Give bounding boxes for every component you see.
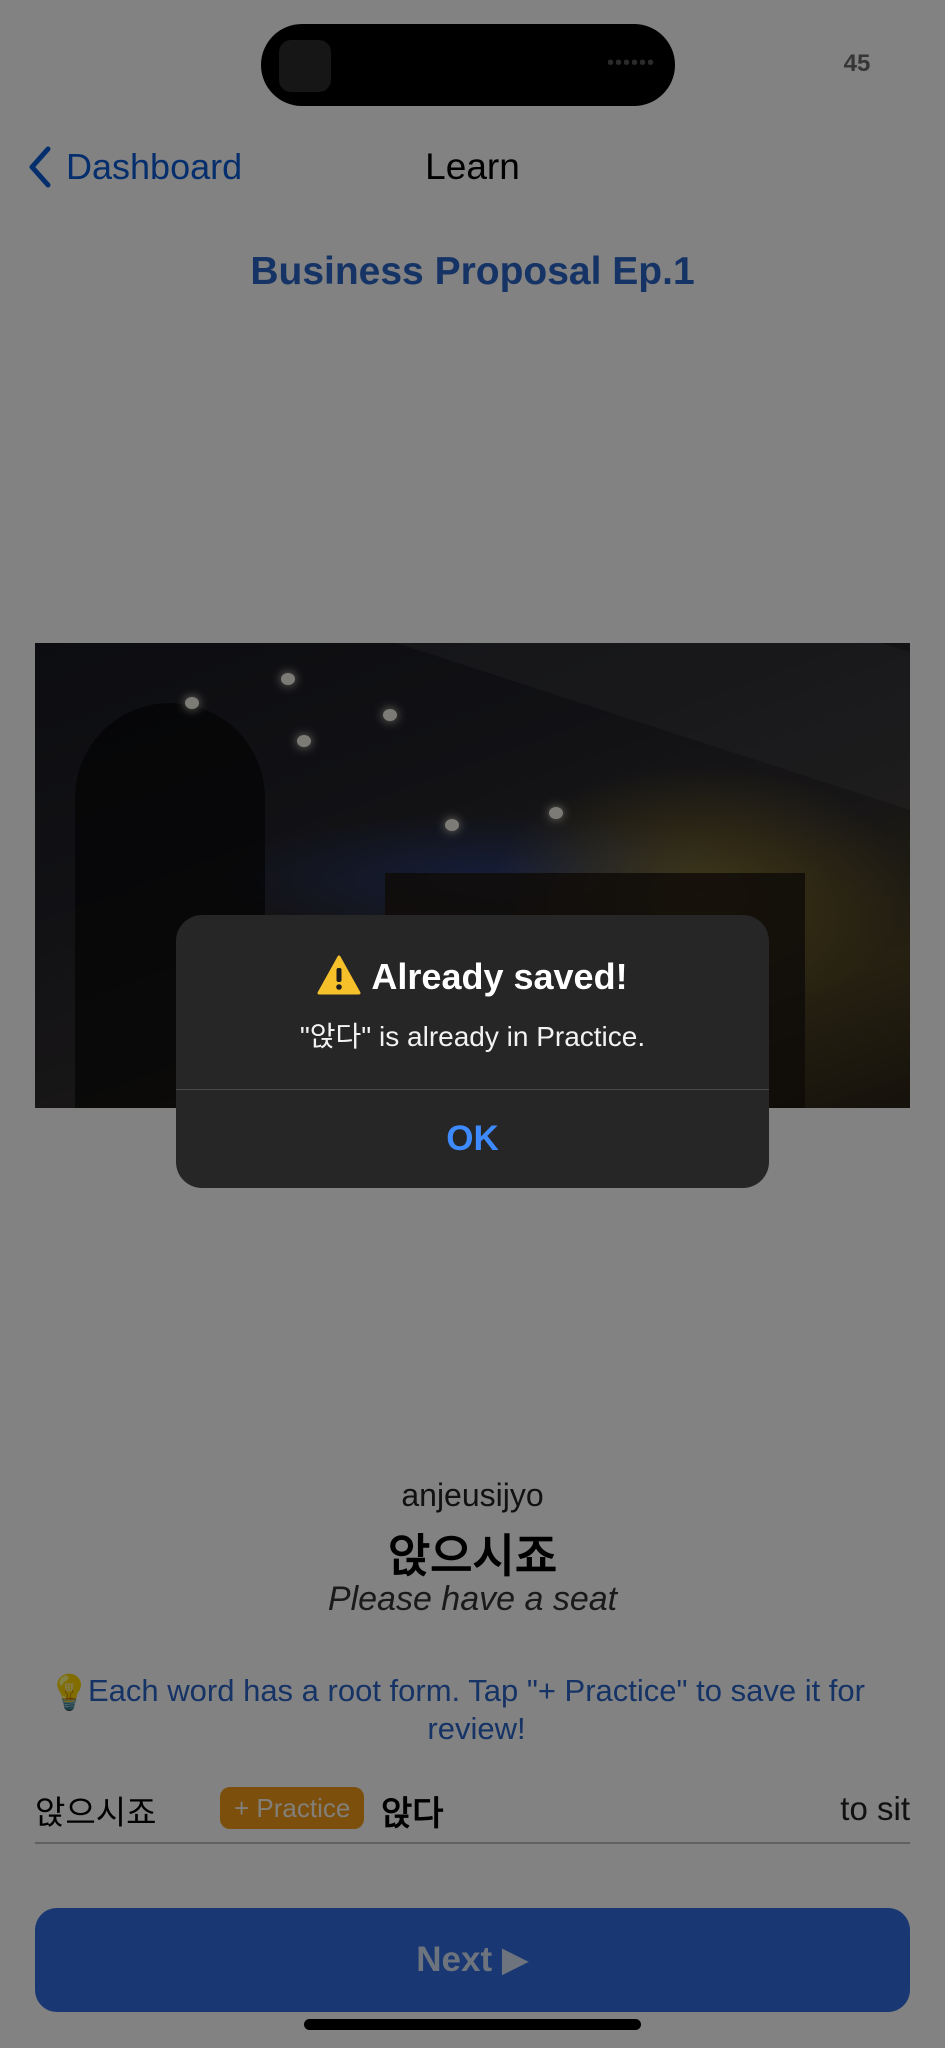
wifi-icon — [768, 47, 810, 78]
home-indicator — [304, 2019, 641, 2030]
sentence-korean: 앉으시죠 — [387, 1530, 558, 1582]
sentence-translation: Please have a seat — [327, 1580, 618, 1618]
alert-title-text: Already saved! — [371, 956, 628, 997]
nav-title: Learn — [425, 146, 520, 187]
cellular-signal-icon — [704, 50, 752, 80]
already-saved-alert: Already saved! "앉다" is already in Practi… — [176, 915, 769, 1188]
warning-icon — [317, 955, 361, 995]
add-practice-button[interactable]: + Practice — [220, 1787, 365, 1829]
word-root: 앉다 — [381, 1795, 444, 1833]
battery-icon: 45 — [826, 48, 895, 80]
alert-ok-button[interactable]: OK — [176, 1090, 769, 1188]
island-camera-icon — [279, 40, 331, 92]
root-form-hint: 💡 Each word has a root form. Tap "+ Prac… — [48, 1672, 905, 1748]
status-time: 22:44 — [88, 40, 188, 82]
alert-message: "앉다" is already in Practice. — [299, 1021, 646, 1052]
battery-level: 45 — [843, 50, 871, 77]
lightbulb-icon: 💡 — [48, 1674, 91, 1712]
word-surface: 앉으시죠 — [35, 1794, 157, 1831]
island-dots: •••••• — [606, 52, 655, 74]
dynamic-island: •••••• — [261, 24, 675, 106]
episode-title: Business Proposal Ep.1 — [250, 250, 695, 293]
word-row: 앉으시죠 + Practice 앉다 to sit — [35, 1778, 910, 1844]
sentence-romanization: anjeusijyo — [401, 1477, 544, 1513]
hint-text: Each word has a root form. Tap "+ Practi… — [88, 1673, 865, 1746]
alert-title: Already saved! — [176, 955, 769, 998]
next-button[interactable]: Next ▶ — [35, 1908, 910, 2012]
word-meaning: to sit — [840, 1790, 910, 1827]
